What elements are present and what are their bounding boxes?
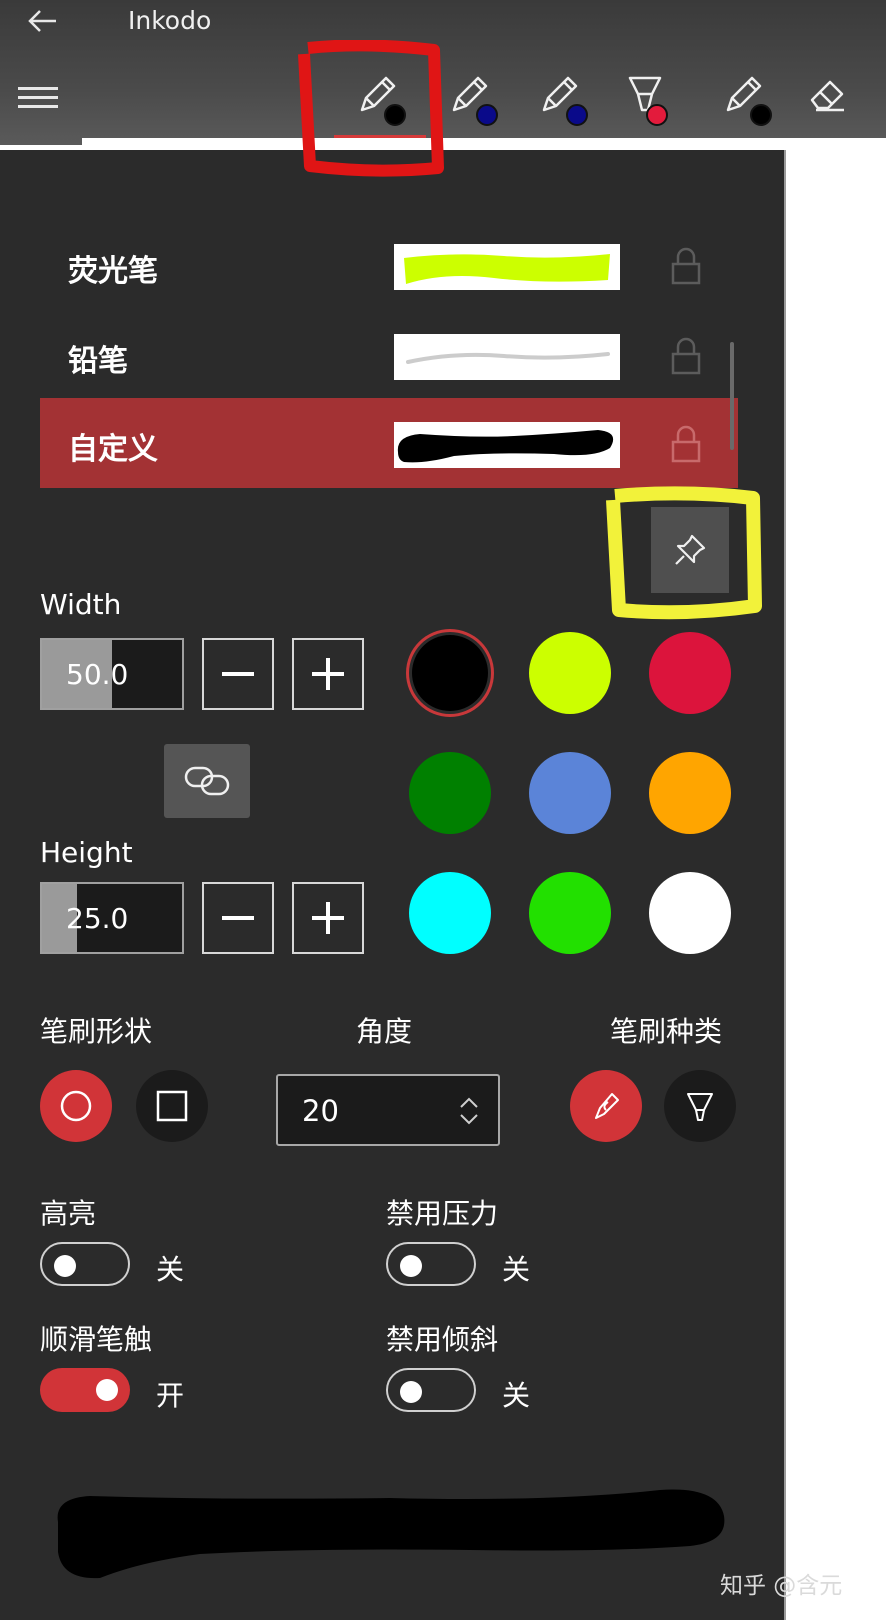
color-swatch[interactable]	[649, 872, 731, 954]
red-highlight-annotation	[298, 40, 444, 177]
pen-tool-2[interactable]	[438, 72, 508, 132]
brush-shape-circle-button[interactable]	[40, 1070, 112, 1142]
stroke-preview	[57, 1489, 725, 1579]
angle-input[interactable]: 20	[276, 1074, 500, 1146]
preset-pencil[interactable]: 铅笔	[40, 310, 738, 400]
spin-arrows-icon[interactable]	[458, 1094, 480, 1128]
disable-tilt-toggle[interactable]	[386, 1368, 476, 1412]
color-dot	[750, 104, 772, 126]
preset-custom[interactable]: 自定义	[40, 398, 738, 488]
eraser-icon	[810, 80, 844, 112]
brush-type-highlighter-button[interactable]	[664, 1070, 736, 1142]
highlight-toggle[interactable]	[40, 1242, 130, 1286]
brush-shape-label: 笔刷形状	[40, 1015, 153, 1048]
brush-type-pen-button[interactable]	[570, 1070, 642, 1142]
highlighter-tool[interactable]	[620, 72, 690, 132]
color-swatch[interactable]	[409, 872, 491, 954]
lock-icon[interactable]	[670, 246, 702, 286]
angle-value: 20	[302, 1094, 339, 1128]
highlight-label: 高亮	[40, 1197, 97, 1230]
menu-icon[interactable]	[18, 82, 58, 112]
watermark: 知乎 @含元	[720, 1573, 843, 1599]
preset-label: 荧光笔	[68, 254, 158, 289]
preset-label: 铅笔	[68, 344, 128, 379]
minus-icon	[222, 672, 254, 676]
color-dot	[566, 104, 588, 126]
height-input[interactable]: 25.0	[40, 882, 184, 954]
disable-pressure-toggle[interactable]	[386, 1242, 476, 1286]
color-swatch[interactable]	[529, 752, 611, 834]
preset-label: 自定义	[68, 432, 158, 467]
color-swatch[interactable]	[409, 752, 491, 834]
smooth-stroke-toggle[interactable]	[40, 1368, 130, 1412]
link-dimensions-button[interactable]	[164, 744, 250, 818]
toggle-knob	[400, 1255, 422, 1277]
color-dot	[646, 104, 668, 126]
height-label: Height	[40, 836, 133, 869]
height-value: 25.0	[66, 902, 129, 935]
angle-label: 角度	[356, 1015, 413, 1048]
smooth-stroke-state: 开	[156, 1379, 185, 1412]
app-title: Inkodo	[128, 6, 212, 35]
disable-pressure-label: 禁用压力	[386, 1197, 499, 1230]
preset-preview	[394, 334, 620, 380]
plus-icon	[312, 902, 344, 934]
color-swatch[interactable]	[649, 752, 731, 834]
disable-tilt-state: 关	[502, 1379, 531, 1412]
square-icon	[156, 1090, 188, 1122]
toggle-knob	[96, 1379, 118, 1401]
brush-shape-square-button[interactable]	[136, 1070, 208, 1142]
pen-tool-3[interactable]	[528, 72, 598, 132]
toggle-knob	[400, 1381, 422, 1403]
lock-icon[interactable]	[670, 424, 702, 464]
color-swatch[interactable]	[529, 872, 611, 954]
width-label: Width	[40, 588, 122, 621]
height-increase-button[interactable]	[292, 882, 364, 954]
color-swatch[interactable]	[412, 635, 488, 711]
width-value: 50.0	[66, 658, 129, 691]
pen-tool-4[interactable]	[712, 72, 782, 132]
width-increase-button[interactable]	[292, 638, 364, 710]
brush-type-label: 笔刷种类	[610, 1015, 723, 1048]
width-decrease-button[interactable]	[202, 638, 274, 710]
highlight-state: 关	[156, 1253, 185, 1286]
plus-icon	[312, 658, 344, 690]
panel-divider	[784, 150, 786, 1620]
smooth-stroke-label: 顺滑笔触	[40, 1323, 153, 1356]
link-icon	[184, 766, 230, 796]
eraser-tool[interactable]	[806, 72, 876, 132]
width-input[interactable]: 50.0	[40, 638, 184, 710]
disable-pressure-state: 关	[502, 1253, 531, 1286]
canvas-edge	[82, 138, 886, 146]
back-arrow-icon[interactable]	[26, 4, 60, 38]
preset-preview	[394, 244, 620, 290]
toggle-knob	[54, 1255, 76, 1277]
lock-icon[interactable]	[670, 336, 702, 376]
preset-scrollbar[interactable]	[730, 342, 734, 450]
preset-highlighter[interactable]: 荧光笔	[40, 220, 738, 310]
preset-preview	[394, 422, 620, 468]
minus-icon	[222, 916, 254, 920]
circle-icon	[60, 1090, 92, 1122]
yellow-highlight-annotation	[606, 486, 762, 620]
color-swatch[interactable]	[649, 632, 731, 714]
pen-nib-icon	[595, 1093, 619, 1119]
color-dot	[476, 104, 498, 126]
highlighter-icon	[687, 1093, 713, 1121]
disable-tilt-label: 禁用倾斜	[386, 1323, 499, 1356]
color-swatch[interactable]	[529, 632, 611, 714]
height-decrease-button[interactable]	[202, 882, 274, 954]
